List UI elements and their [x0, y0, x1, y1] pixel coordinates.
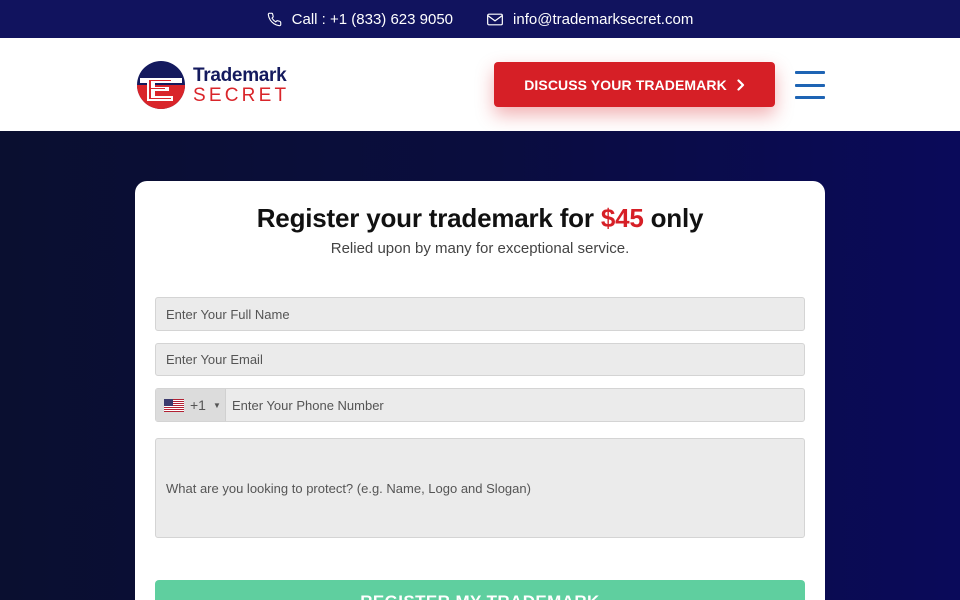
dial-code: +1	[190, 397, 206, 413]
discuss-trademark-button[interactable]: DISCUSS YOUR TRADEMARK	[494, 62, 775, 107]
country-code-select[interactable]: +1 ▼	[156, 389, 226, 421]
form-title: Register your trademark for $45 only	[256, 203, 704, 233]
email-contact[interactable]: info@trademarksecret.com	[487, 11, 693, 28]
caret-down-icon: ▼	[212, 400, 221, 410]
email-input[interactable]: Enter Your Email	[155, 343, 805, 376]
form-subtitle: Relied upon by many for exceptional serv…	[330, 240, 630, 257]
phone-contact[interactable]: Call : +1 (833) 623 9050	[267, 11, 453, 28]
brand-name-line1: Trademark	[193, 64, 287, 86]
chevron-right-icon	[737, 78, 744, 91]
phone-icon	[267, 12, 281, 26]
phone-input-group: +1 ▼ Enter Your Phone Number	[155, 388, 805, 422]
site-header: Trademark SECRET DISCUSS YOUR TRADEMARK	[0, 38, 960, 131]
price-highlight: $45	[600, 203, 644, 233]
envelope-icon	[487, 13, 503, 25]
email-text[interactable]: info@trademarksecret.com	[513, 11, 693, 28]
cta-label: DISCUSS YOUR TRADEMARK	[524, 76, 727, 93]
phone-number-input[interactable]: Enter Your Phone Number	[226, 398, 384, 413]
top-contact-bar: Call : +1 (833) 623 9050 info@trademarks…	[0, 0, 960, 38]
logo-emblem-icon	[135, 59, 187, 111]
brand-logo[interactable]: Trademark SECRET	[135, 59, 300, 111]
us-flag-icon	[164, 398, 184, 412]
register-trademark-button[interactable]: REGISTER MY TRADEMARK	[155, 580, 805, 600]
brand-name-line2: SECRET	[193, 84, 290, 106]
phone-text[interactable]: Call : +1 (833) 623 9050	[292, 11, 453, 28]
full-name-input[interactable]: Enter Your Full Name	[155, 297, 805, 331]
registration-form-card: Register your trademark for $45 only Rel…	[135, 181, 825, 600]
hamburger-menu-icon[interactable]	[795, 71, 825, 99]
protect-textarea[interactable]: What are you looking to protect? (e.g. N…	[155, 438, 805, 538]
